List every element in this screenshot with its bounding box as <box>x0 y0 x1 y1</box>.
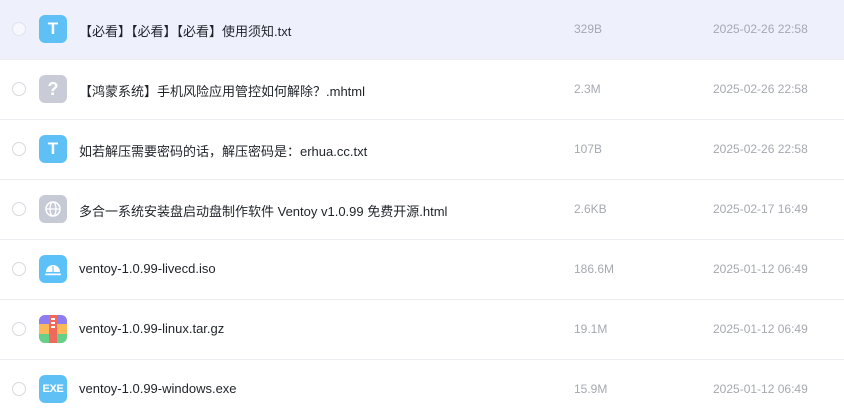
file-row[interactable]: T 如若解压需要密码的话，解压密码是：erhua.cc.txt 107B 202… <box>0 120 844 180</box>
row-checkbox[interactable] <box>12 202 26 216</box>
txt-file-icon: T <box>39 15 67 43</box>
row-checkbox[interactable] <box>12 382 26 396</box>
unknown-file-icon: ? <box>39 75 67 103</box>
file-list: T 【必看】【必看】【必看】使用须知.txt 329B 2025-02-26 2… <box>0 0 844 408</box>
row-checkbox[interactable] <box>12 262 26 276</box>
file-name[interactable]: 如若解压需要密码的话，解压密码是：erhua.cc.txt <box>79 141 367 160</box>
txt-file-icon: T <box>39 135 67 163</box>
file-row[interactable]: ? 【鸿蒙系统】手机风险应用管控如何解除？.mhtml 2.3M 2025-02… <box>0 60 844 120</box>
file-row[interactable]: ventoy-1.0.99-livecd.iso 186.6M 2025-01-… <box>0 240 844 300</box>
archive-file-icon <box>39 315 67 343</box>
file-size: 15.9M <box>574 382 608 396</box>
file-size: 2.6KB <box>574 202 607 216</box>
file-size: 107B <box>574 142 603 156</box>
file-name[interactable]: 多合一系统安装盘启动盘制作软件 Ventoy v1.0.99 免费开源.html <box>79 201 447 220</box>
file-date: 2025-02-17 16:49 <box>713 202 808 216</box>
file-date: 2025-01-12 06:49 <box>713 382 808 396</box>
file-date: 2025-02-26 22:58 <box>713 82 808 96</box>
globe-file-icon <box>39 195 67 223</box>
row-checkbox[interactable] <box>12 82 26 96</box>
file-date: 2025-02-26 22:58 <box>713 142 808 156</box>
file-name[interactable]: ventoy-1.0.99-windows.exe <box>79 381 237 396</box>
file-row[interactable]: ventoy-1.0.99-linux.tar.gz 19.1M 2025-01… <box>0 300 844 360</box>
file-name[interactable]: ventoy-1.0.99-livecd.iso <box>79 261 216 276</box>
file-name[interactable]: 【必看】【必看】【必看】使用须知.txt <box>79 21 291 40</box>
file-name[interactable]: 【鸿蒙系统】手机风险应用管控如何解除？.mhtml <box>79 81 365 100</box>
file-row[interactable]: EXE ventoy-1.0.99-windows.exe 15.9M 2025… <box>0 360 844 408</box>
file-date: 2025-02-26 22:58 <box>713 22 808 36</box>
file-size: 19.1M <box>574 322 608 336</box>
file-row[interactable]: T 【必看】【必看】【必看】使用须知.txt 329B 2025-02-26 2… <box>0 0 844 60</box>
exe-file-icon: EXE <box>39 375 67 403</box>
row-checkbox[interactable] <box>12 142 26 156</box>
file-size: 186.6M <box>574 262 615 276</box>
file-size: 2.3M <box>574 82 601 96</box>
file-date: 2025-01-12 06:49 <box>713 322 808 336</box>
file-name[interactable]: ventoy-1.0.99-linux.tar.gz <box>79 321 224 336</box>
row-checkbox[interactable] <box>12 22 26 36</box>
file-size: 329B <box>574 22 603 36</box>
row-checkbox[interactable] <box>12 322 26 336</box>
disc-image-icon <box>39 255 67 283</box>
file-date: 2025-01-12 06:49 <box>713 262 808 276</box>
file-row[interactable]: 多合一系统安装盘启动盘制作软件 Ventoy v1.0.99 免费开源.html… <box>0 180 844 240</box>
